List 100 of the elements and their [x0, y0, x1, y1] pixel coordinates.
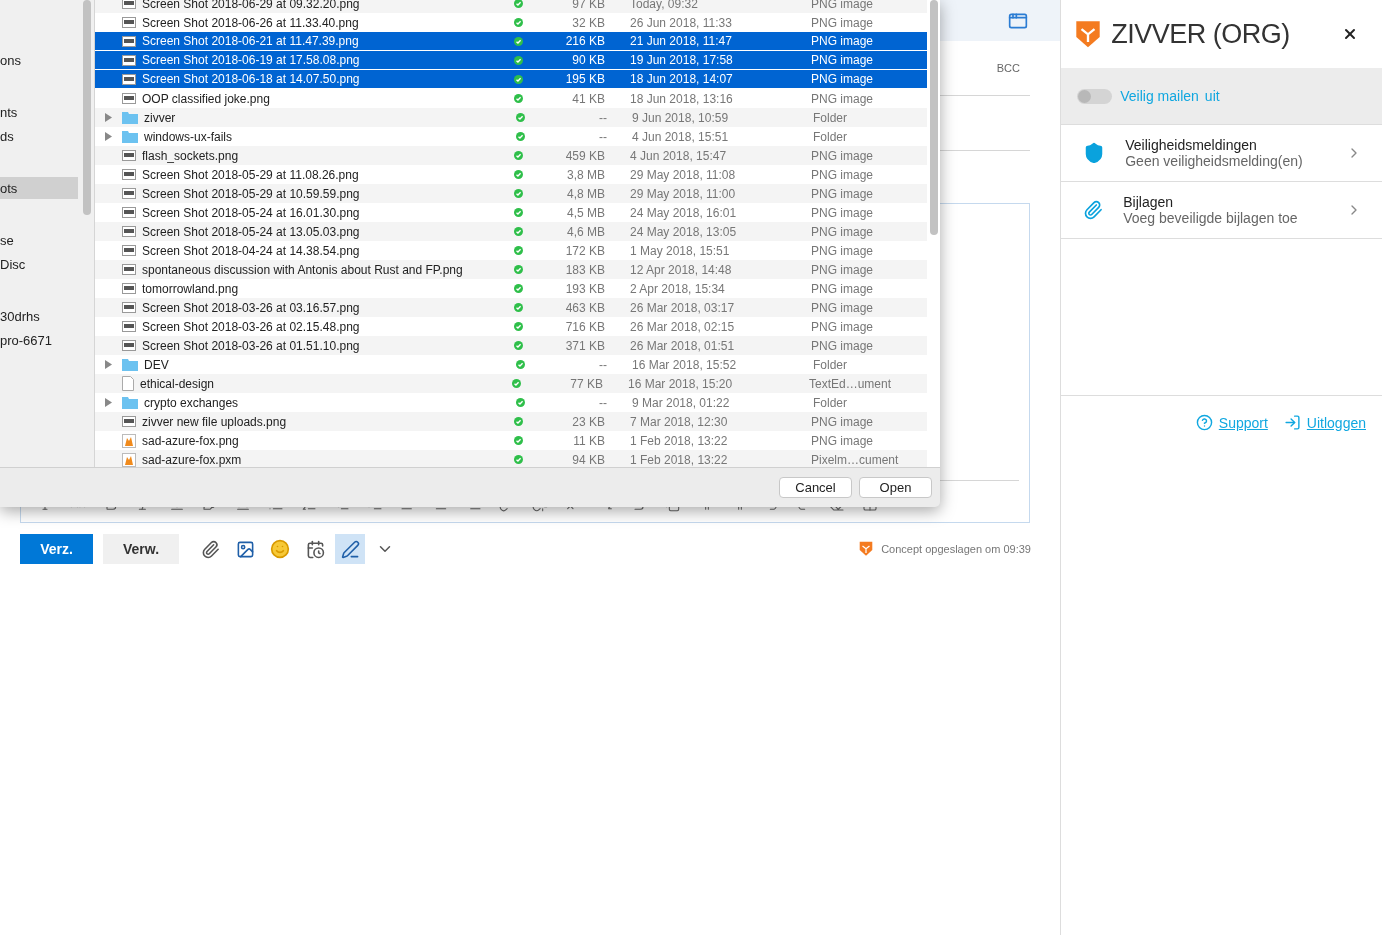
panel-menu-item[interactable]: Veiligheidsmeldingen Geen veiligheidsmelding(en) — [1061, 125, 1382, 182]
file-name: Screen Shot 2018-03-26 at 03.16.57.png — [142, 300, 361, 315]
check-circle-icon — [514, 322, 523, 331]
disclosure-triangle-icon[interactable] — [105, 132, 112, 141]
file-kind: PNG image — [811, 281, 874, 296]
image-thumbnail-icon — [122, 452, 136, 467]
check-circle-icon — [514, 36, 523, 46]
check-circle-icon — [514, 94, 523, 103]
file-date: 26 Mar 2018, 02:15 — [630, 319, 736, 334]
file-size: 97 KB — [571, 0, 605, 11]
folder-icon — [122, 396, 138, 409]
file-date: 18 Jun 2018, 14:07 — [630, 72, 734, 86]
file-kind: PNG image — [811, 53, 874, 67]
check-circle-icon — [514, 303, 523, 312]
file-size: 32 KB — [571, 15, 605, 30]
file-row[interactable]: sad-azure-fox.pxm 94 KB 1 Feb 2018, 13:22 Pixelm…cument — [95, 450, 927, 467]
disclosure-triangle-icon[interactable] — [105, 360, 112, 369]
item-subtitle: Geen veiligheidsmelding(en) — [1125, 153, 1304, 169]
image-thumbnail-icon — [122, 340, 136, 351]
sidebar-item[interactable]: se — [0, 229, 78, 251]
file-kind: PNG image — [811, 262, 874, 277]
file-size: -- — [598, 395, 607, 410]
file-name: tomorrowland.png — [142, 281, 240, 296]
file-row[interactable]: Screen Shot 2018-03-26 at 01.51.10.png 371 KB 26 Mar 2018, 01:51 PNG image — [95, 336, 927, 355]
bcc-link[interactable]: BCC — [996, 62, 1020, 74]
check-circle-icon — [516, 398, 525, 407]
file-date: 7 Mar 2018, 12:30 — [630, 414, 729, 429]
image-thumbnail-icon — [122, 302, 136, 313]
file-row[interactable]: Screen Shot 2018-03-26 at 03.16.57.png 463 KB 26 Mar 2018, 03:17 PNG image — [95, 298, 927, 317]
file-row[interactable]: zivver -- 9 Jun 2018, 10:59 Folder — [95, 108, 927, 127]
sidebar-item[interactable]: 30drhs — [0, 305, 78, 327]
file-name: ethical-design — [140, 376, 216, 391]
file-name: DEV — [144, 357, 170, 372]
file-size: 183 KB — [564, 262, 605, 277]
image-thumbnail-icon — [122, 245, 136, 256]
image-thumbnail-icon — [122, 169, 136, 180]
file-date: 26 Jun 2018, 11:33 — [630, 15, 733, 30]
check-circle-icon — [512, 379, 521, 388]
discard-button[interactable]: Verw. — [103, 534, 179, 564]
open-button[interactable]: Open — [859, 477, 932, 498]
file-name: sad-azure-fox.png — [142, 433, 240, 448]
sidebar-item[interactable]: nts — [0, 101, 78, 123]
sidebar-item[interactable]: pro-6671 — [0, 329, 78, 351]
item-title: Bijlagen — [1123, 194, 1175, 210]
secure-mail-toggle[interactable] — [1077, 88, 1113, 104]
file-size: 4,6 MB — [566, 224, 605, 239]
file-row[interactable]: ethical-design 77 KB 16 Mar 2018, 15:20 TextEd…ument — [95, 374, 927, 393]
item-title: Veiligheidsmeldingen — [1125, 137, 1258, 153]
file-kind: PNG image — [811, 243, 874, 258]
file-date: 4 Jun 2018, 15:51 — [632, 129, 730, 144]
check-circle-icon — [514, 436, 523, 445]
file-kind: Pixelm…cument — [811, 452, 899, 467]
file-date: 16 Mar 2018, 15:20 — [628, 376, 734, 391]
file-date: 1 Feb 2018, 13:22 — [630, 433, 729, 448]
check-circle-icon — [514, 227, 523, 236]
check-circle-icon — [516, 132, 525, 141]
item-subtitle: Voeg beveiligde bijlagen toe — [1123, 210, 1299, 226]
file-row[interactable]: Screen Shot 2018-05-24 at 13.05.03.png 4,6 MB 24 May 2018, 13:05 PNG image — [95, 222, 927, 241]
file-kind: PNG image — [811, 148, 874, 163]
panel-menu-item[interactable]: Bijlagen Voeg beveiligde bijlagen toe — [1061, 182, 1382, 239]
file-date: 9 Mar 2018, 01:22 — [632, 395, 731, 410]
file-row[interactable]: flash_sockets.png 459 KB 4 Jun 2018, 15:47 PNG image — [95, 146, 927, 165]
close-icon[interactable] — [1342, 26, 1358, 42]
check-circle-icon — [516, 360, 525, 369]
disclosure-triangle-icon[interactable] — [105, 113, 112, 122]
file-size: 193 KB — [564, 281, 605, 296]
file-size: 23 KB — [571, 414, 605, 429]
file-name: Screen Shot 2018-06-19 at 17.58.08.png — [142, 53, 361, 67]
paperclip-icon — [1083, 200, 1104, 220]
file-row[interactable]: Screen Shot 2018-06-19 at 17.58.08.png 90 KB 19 Jun 2018, 17:58 PNG image — [95, 51, 927, 70]
sidebar-item[interactable]: ots — [0, 177, 78, 199]
help-icon — [1195, 414, 1213, 431]
file-kind: PNG image — [811, 72, 874, 86]
cancel-button[interactable]: Cancel — [779, 477, 852, 498]
file-date: 12 Apr 2018, 14:48 — [630, 262, 733, 277]
image-thumbnail-icon — [122, 17, 136, 28]
file-kind: PNG image — [811, 338, 874, 353]
sidebar-item[interactable]: ds — [0, 125, 78, 147]
disclosure-triangle-icon[interactable] — [105, 398, 112, 407]
file-kind: Folder — [813, 110, 847, 125]
smiley-icon — [270, 539, 290, 559]
file-kind: PNG image — [811, 15, 874, 30]
text-style-button[interactable] — [335, 534, 365, 564]
scrollbar-thumb[interactable] — [930, 0, 938, 235]
file-size: 90 KB — [571, 53, 605, 67]
scrollbar-thumb[interactable] — [83, 0, 91, 215]
image-thumbnail-icon — [122, 321, 136, 332]
sidebar-item[interactable]: Disc — [0, 253, 78, 275]
file-row[interactable]: Screen Shot 2018-06-18 at 14.07.50.png 195 KB 18 Jun 2018, 14:07 PNG image — [95, 70, 927, 89]
file-row[interactable]: Screen Shot 2018-06-21 at 11.47.39.png 216 KB 21 Jun 2018, 11:47 PNG image — [95, 32, 927, 51]
file-row[interactable]: Screen Shot 2018-05-29 at 10.59.59.png 4,8 MB 29 May 2018, 11:00 PNG image — [95, 184, 927, 203]
file-size: 216 KB — [564, 34, 605, 48]
file-kind: TextEd…ument — [809, 376, 892, 391]
send-button[interactable]: Verz. — [20, 534, 93, 564]
sidebar-item[interactable]: ons — [0, 49, 78, 71]
folder-icon — [122, 358, 138, 371]
file-row[interactable]: zivver new file uploads.png 23 KB 7 Mar 2018, 12:30 PNG image — [95, 412, 927, 431]
file-date: 29 May 2018, 11:00 — [630, 186, 737, 201]
image-thumbnail-icon — [122, 226, 136, 237]
file-row[interactable]: spontaneous discussion with Antonis about Rust and FP.png 183 KB 12 Apr 2018, 14:48 PNG image — [95, 260, 927, 279]
